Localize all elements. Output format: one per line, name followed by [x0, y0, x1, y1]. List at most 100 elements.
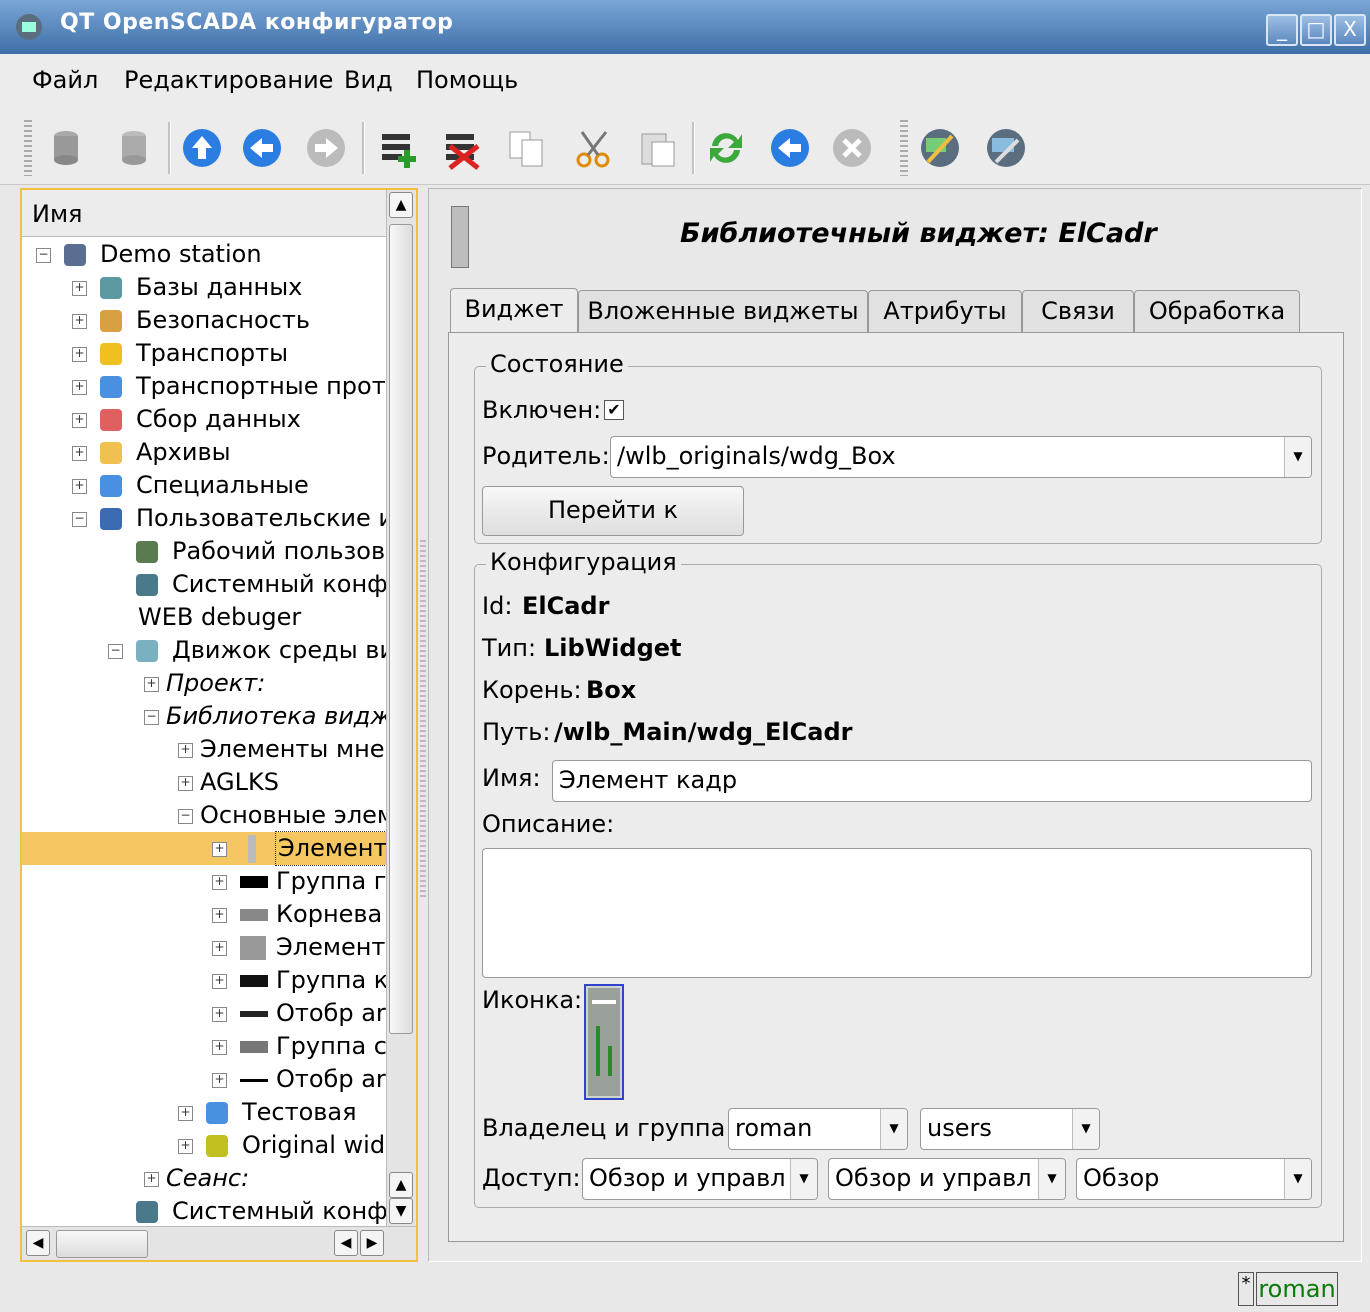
expand-icon[interactable]: + — [212, 974, 227, 989]
tree-item[interactable]: − Пользовательские ин — [22, 502, 410, 535]
vision-icon[interactable] — [918, 126, 962, 170]
add-item-icon[interactable] — [376, 126, 420, 170]
expand-icon[interactable]: + — [212, 941, 227, 956]
access-other-combobox[interactable]: Обзор ▼ — [1076, 1158, 1312, 1200]
tree-item[interactable]: + Отобр ar — [22, 997, 386, 1030]
navigation-tree[interactable]: Имя − Demo station + Базы данных + Безопаснос… — [20, 188, 418, 1262]
tree-item[interactable]: + AGLKS — [22, 766, 384, 799]
tree-item[interactable]: WEB debuger — [22, 601, 384, 634]
expand-icon[interactable]: + — [178, 1139, 193, 1154]
tree-item[interactable]: + Original wid — [22, 1129, 385, 1162]
expand-icon[interactable]: + — [212, 1073, 227, 1088]
collapse-icon[interactable]: − — [178, 809, 193, 824]
tree-horizontal-scrollbar[interactable]: ◀ ◀ ▶ — [22, 1226, 416, 1260]
chevron-down-icon[interactable]: ▼ — [790, 1159, 817, 1199]
tree-item[interactable]: + Отобр ar — [22, 1063, 386, 1096]
stop-icon[interactable] — [830, 126, 874, 170]
expand-icon[interactable]: + — [72, 479, 87, 494]
enabled-checkbox[interactable]: ✔ — [604, 400, 624, 420]
tree-item[interactable]: + Базы данных — [22, 271, 384, 304]
expand-icon[interactable]: + — [72, 281, 87, 296]
tab-nested-widgets[interactable]: Вложенные виджеты — [578, 290, 868, 332]
tree-item[interactable]: + Тестовая — [22, 1096, 384, 1129]
tree-item[interactable]: + Транспорты — [22, 337, 384, 370]
widget-icon-preview[interactable] — [584, 984, 624, 1100]
tree-item[interactable]: + Группа к — [22, 964, 388, 997]
db-save-icon[interactable] — [112, 126, 156, 170]
toolbar-grip[interactable] — [24, 120, 32, 176]
owner-combobox[interactable]: roman ▼ — [728, 1108, 908, 1150]
tree-item[interactable]: + Транспортные прото — [22, 370, 400, 403]
parent-combobox[interactable]: /wlb_originals/wdg_Box ▼ — [610, 436, 1312, 478]
expand-icon[interactable]: + — [72, 446, 87, 461]
tree-item[interactable]: − Основные элем — [22, 799, 395, 832]
expand-icon[interactable]: + — [212, 842, 227, 857]
tree-item[interactable]: Системный конфи — [22, 1195, 403, 1228]
tree-item[interactable]: + Элемент — [22, 931, 385, 964]
scroll-left-arrow[interactable]: ◀ — [26, 1230, 50, 1256]
tree-item[interactable]: + Сеанс: — [22, 1162, 384, 1195]
panel-splitter[interactable] — [420, 540, 426, 900]
start-icon[interactable] — [768, 126, 812, 170]
delete-item-icon[interactable] — [440, 126, 484, 170]
expand-icon[interactable]: + — [72, 380, 87, 395]
tree-vertical-scrollbar[interactable]: ▲ ▲ ▼ — [386, 190, 416, 1226]
scroll-right-arrow[interactable]: ▶ — [360, 1230, 384, 1256]
tree-item[interactable]: + Элемент к — [22, 831, 413, 866]
tree-item[interactable]: Системный конфи — [22, 568, 403, 601]
expand-icon[interactable]: + — [178, 1106, 193, 1121]
tab-links[interactable]: Связи — [1022, 290, 1134, 332]
expand-icon[interactable]: + — [72, 314, 87, 329]
modified-indicator[interactable]: * — [1238, 1272, 1254, 1306]
tree-item[interactable]: + Элементы мне — [22, 733, 385, 766]
expand-icon[interactable]: + — [212, 908, 227, 923]
access-owner-combobox[interactable]: Обзор и управл ▼ — [582, 1158, 818, 1200]
expand-icon[interactable]: + — [72, 347, 87, 362]
toolbar-grip[interactable] — [900, 120, 908, 176]
tree-item[interactable]: + Безопасность — [22, 304, 384, 337]
name-input[interactable]: Элемент кадр — [552, 760, 1312, 802]
collapse-icon[interactable]: − — [72, 512, 87, 527]
tab-processing[interactable]: Обработка — [1134, 290, 1300, 332]
chevron-down-icon[interactable]: ▼ — [1284, 437, 1311, 477]
chevron-down-icon[interactable]: ▼ — [1038, 1159, 1065, 1199]
collapse-icon[interactable]: − — [108, 644, 123, 659]
menu-file[interactable]: Файл — [32, 66, 98, 94]
tree-item[interactable]: + Архивы — [22, 436, 384, 469]
tree-item[interactable]: + Группа с — [22, 1030, 387, 1063]
scroll-up-arrow[interactable]: ▲ — [389, 192, 413, 218]
tree-item[interactable]: − Demo station — [22, 238, 384, 271]
tab-attributes[interactable]: Атрибуты — [868, 290, 1022, 332]
collapse-icon[interactable]: − — [36, 248, 51, 263]
chevron-down-icon[interactable]: ▼ — [880, 1109, 907, 1149]
goto-parent-button[interactable]: Перейти к родителю — [482, 486, 744, 570]
tree-header[interactable]: Имя — [22, 190, 387, 237]
menu-view[interactable]: Вид — [344, 66, 393, 94]
expand-icon[interactable]: + — [144, 1172, 159, 1187]
copy-icon[interactable] — [504, 126, 548, 170]
menu-help[interactable]: Помощь — [416, 66, 518, 94]
scroll-down-arrow[interactable]: ▼ — [389, 1198, 413, 1224]
access-group-combobox[interactable]: Обзор и управл ▼ — [828, 1158, 1066, 1200]
horizontal-scrollbar-thumb[interactable] — [56, 1230, 148, 1258]
scrollbar-thumb[interactable] — [389, 224, 413, 1034]
group-combobox[interactable]: users ▼ — [920, 1108, 1100, 1150]
paste-icon[interactable] — [636, 126, 680, 170]
tree-item[interactable]: + Корнева — [22, 898, 384, 931]
expand-icon[interactable]: + — [178, 776, 193, 791]
expand-icon[interactable]: + — [144, 677, 159, 692]
tree-item[interactable]: + Группа г — [22, 865, 386, 898]
tree-item[interactable]: − Движок среды виз — [22, 634, 408, 667]
tree-item[interactable]: + Сбор данных — [22, 403, 384, 436]
expand-icon[interactable]: + — [212, 875, 227, 890]
expand-icon[interactable]: + — [178, 743, 193, 758]
description-textarea[interactable] — [482, 848, 1312, 978]
config-icon[interactable] — [984, 126, 1028, 170]
back-icon[interactable] — [240, 126, 284, 170]
collapse-icon[interactable]: − — [144, 710, 159, 725]
expand-icon[interactable]: + — [212, 1007, 227, 1022]
forward-icon[interactable] — [304, 126, 348, 170]
tree-item[interactable]: + Специальные — [22, 469, 384, 502]
scroll-left-arrow-2[interactable]: ◀ — [334, 1230, 358, 1256]
tree-item[interactable]: + Проект: — [22, 667, 384, 700]
